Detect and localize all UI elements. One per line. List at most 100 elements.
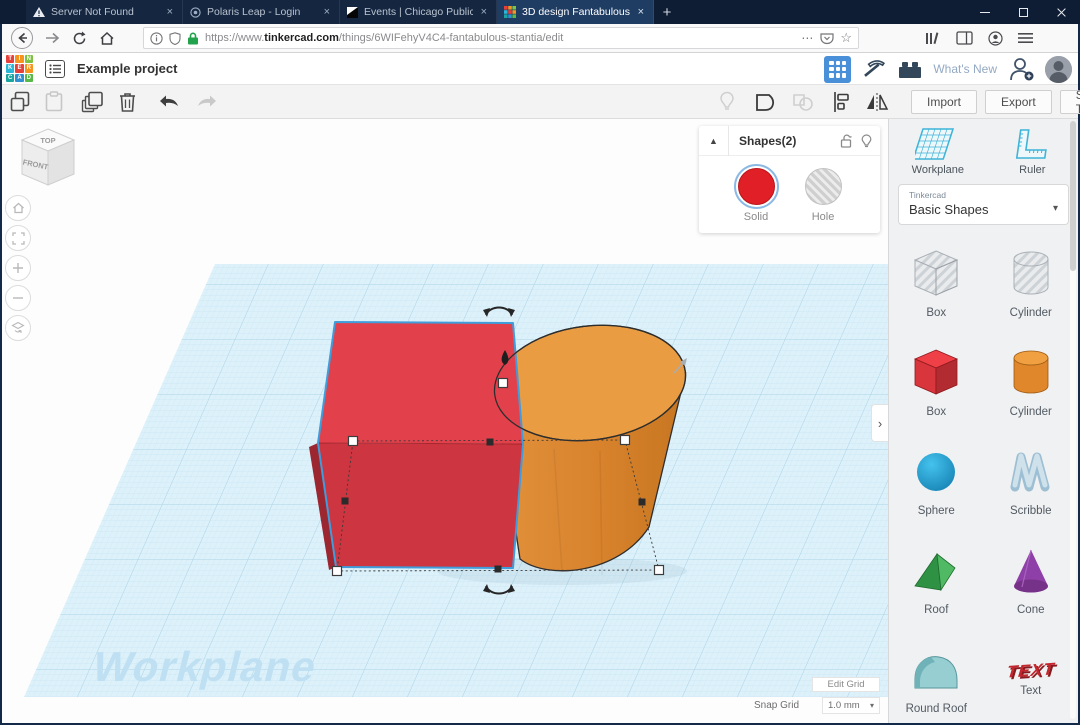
shape-scribble[interactable]: Scribble [984, 431, 1079, 530]
edit-grid-button[interactable]: Edit Grid [812, 677, 880, 692]
tab-close-icon[interactable]: × [322, 6, 332, 18]
project-title: Example project [77, 61, 177, 76]
sidebar-scrollbar[interactable] [1070, 121, 1076, 719]
library-icon[interactable] [925, 31, 941, 46]
shape-label: Cylinder [1010, 406, 1052, 418]
tab-tinkercad-active[interactable]: 3D design Fantabulous Stantia × [497, 0, 654, 24]
lock-icon[interactable] [187, 32, 199, 45]
back-button[interactable] [10, 26, 34, 50]
paste-button[interactable] [45, 91, 63, 112]
brick-icon[interactable] [897, 58, 923, 80]
whats-new-link[interactable]: What's New [933, 62, 997, 76]
hole-swatch[interactable] [805, 168, 842, 205]
new-tab-button[interactable]: + [654, 0, 680, 24]
avatar[interactable] [1045, 56, 1072, 83]
group-button[interactable] [753, 91, 777, 113]
logo-tile: R [25, 64, 33, 72]
tab-chicago-public-library[interactable]: Events | Chicago Public Library × [340, 0, 497, 24]
scribble-icon [1002, 445, 1060, 501]
sidebar-panel-icon[interactable] [956, 31, 973, 45]
minimize-button[interactable] [966, 0, 1004, 24]
send-to-button[interactable]: Send To [1060, 90, 1080, 114]
show-all-button[interactable] [719, 91, 735, 112]
text-icon: TEXT [1006, 659, 1056, 682]
workplane-tool[interactable]: Workplane [912, 127, 964, 176]
forward-button[interactable] [44, 31, 60, 45]
home-button[interactable] [99, 31, 115, 46]
pocket-icon[interactable] [820, 32, 834, 45]
shape-cone[interactable]: Cone [984, 530, 1079, 629]
ruler-tool[interactable]: Ruler [1009, 127, 1055, 176]
mirror-button[interactable] [865, 91, 889, 113]
minecraft-pickaxe-icon[interactable] [861, 56, 887, 82]
close-button[interactable] [1042, 0, 1080, 24]
tab-close-icon[interactable]: × [165, 6, 175, 18]
logo-tile: D [25, 74, 33, 82]
redo-button[interactable] [195, 93, 219, 111]
collapse-panel-button[interactable]: ▲ [699, 126, 729, 156]
scrollbar-thumb[interactable] [1070, 121, 1076, 271]
tab-server-not-found[interactable]: Server Not Found × [26, 0, 183, 24]
shape-cylinder-orange[interactable]: Cylinder [984, 332, 1079, 431]
fit-view-button[interactable] [5, 225, 31, 251]
page-actions-icon[interactable]: ⋯ [801, 31, 814, 45]
delete-button[interactable] [118, 91, 137, 113]
navbar-right [925, 31, 1033, 46]
sidebar-tools: Workplane Ruler [889, 119, 1078, 176]
titlebar: Server Not Found × Polaris Leap - Login … [0, 0, 1080, 24]
unlock-icon[interactable] [840, 134, 853, 148]
project-list-button[interactable] [45, 60, 65, 78]
add-user-icon[interactable] [1007, 56, 1035, 82]
align-button[interactable] [831, 91, 851, 113]
info-icon[interactable] [150, 32, 163, 45]
copy-button[interactable] [10, 91, 31, 112]
shape-box-red[interactable]: Box [889, 332, 984, 431]
bookmark-star-icon[interactable]: ☆ [840, 30, 852, 46]
design-canvas[interactable]: Workplane [2, 119, 888, 723]
duplicate-button[interactable] [81, 91, 104, 113]
shape-label: Round Roof [906, 703, 967, 715]
url-bar[interactable]: https://www.tinkercad.com/things/6WIFehy… [143, 27, 859, 49]
lightbulb-icon[interactable] [861, 134, 872, 148]
zoom-out-button[interactable] [5, 285, 31, 311]
export-button[interactable]: Export [985, 90, 1052, 114]
shape-cylinder-hole[interactable]: Cylinder [984, 233, 1079, 332]
box-object[interactable] [309, 322, 523, 570]
logo-tile: A [15, 74, 23, 82]
header-right: What's New [824, 53, 1072, 85]
reload-button[interactable] [72, 31, 87, 46]
home-view-button[interactable] [5, 195, 31, 221]
shape-roof[interactable]: Roof [889, 530, 984, 629]
hole-option[interactable]: Hole [805, 168, 842, 223]
maximize-button[interactable] [1004, 0, 1042, 24]
solid-option[interactable]: Solid [738, 168, 775, 223]
shape-text[interactable]: TEXT Text [984, 629, 1079, 725]
zoom-in-button[interactable] [5, 255, 31, 281]
menu-icon[interactable] [1018, 32, 1033, 44]
solid-swatch[interactable] [738, 168, 775, 205]
tab-close-icon[interactable]: × [479, 6, 489, 18]
dashboard-grid-button[interactable] [824, 56, 851, 83]
url-text[interactable]: https://www.tinkercad.com/things/6WIFehy… [205, 32, 795, 44]
import-button[interactable]: Import [911, 90, 977, 114]
account-icon[interactable] [988, 31, 1003, 46]
maximize-icon [1019, 8, 1028, 17]
shape-library-dropdown[interactable]: Tinkercad Basic Shapes ▾ [898, 184, 1069, 225]
tab-close-icon[interactable]: × [636, 6, 646, 18]
tab-polaris-leap[interactable]: Polaris Leap - Login × [183, 0, 340, 24]
shape-label: Roof [924, 604, 948, 616]
view-cube[interactable]: TOP FRONT [18, 127, 78, 193]
snap-grid-dropdown[interactable]: 1.0 mm ▾ [822, 697, 880, 714]
undo-button[interactable] [157, 93, 181, 111]
ungroup-button[interactable] [791, 91, 815, 113]
tinkercad-logo[interactable]: T I N K E R C A D [6, 55, 33, 82]
shape-box-hole[interactable]: Box [889, 233, 984, 332]
shield-icon[interactable] [169, 32, 181, 45]
hole-label: Hole [812, 211, 835, 223]
shape-round-roof[interactable]: Round Roof [889, 629, 984, 725]
shape-sphere[interactable]: Sphere [889, 431, 984, 530]
perspective-toggle-button[interactable] [5, 315, 31, 341]
sidebar-collapse-handle[interactable]: › [871, 404, 888, 442]
logo-tile: E [15, 64, 23, 72]
shapes-panel-title: Shapes(2) [729, 134, 840, 148]
